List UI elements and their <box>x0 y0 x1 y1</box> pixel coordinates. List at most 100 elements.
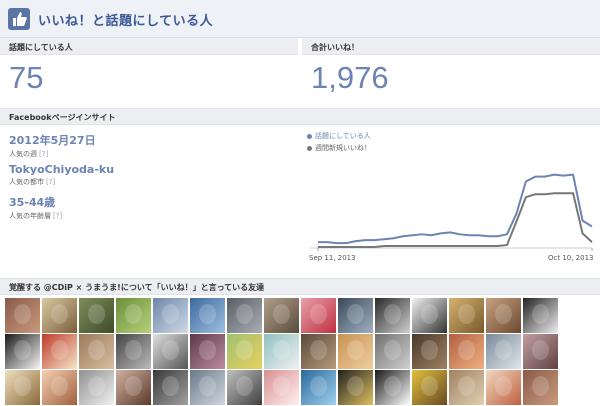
friend-avatar[interactable] <box>79 370 114 405</box>
page-title: いいね！と話題にしている人 <box>38 14 214 29</box>
friend-avatar[interactable] <box>264 298 299 333</box>
friend-avatar[interactable] <box>116 298 151 333</box>
friend-avatar[interactable] <box>301 370 336 405</box>
friend-avatar[interactable] <box>301 298 336 333</box>
friend-avatar[interactable] <box>42 370 77 405</box>
avatar-shape <box>14 304 31 324</box>
avatar-shape <box>532 376 549 396</box>
friend-avatar[interactable] <box>375 298 410 333</box>
friend-avatar[interactable] <box>79 334 114 369</box>
avatar-shape <box>273 376 290 396</box>
friend-avatar[interactable] <box>227 370 262 405</box>
friend-avatar[interactable] <box>190 298 225 333</box>
friend-avatar[interactable] <box>153 370 188 405</box>
x-tick-label: Oct 10, 2013 <box>548 254 594 262</box>
friend-avatar[interactable] <box>5 334 40 369</box>
avatar-shape <box>384 340 401 360</box>
friend-avatar[interactable] <box>486 334 521 369</box>
friend-avatar[interactable] <box>301 334 336 369</box>
avatar-shape <box>199 304 216 324</box>
series-line-1 <box>318 192 593 249</box>
friend-avatar[interactable] <box>523 298 558 333</box>
x-tick-label: Sep 11, 2013 <box>309 254 356 262</box>
friend-avatar[interactable] <box>412 298 447 333</box>
series-line-0 <box>318 173 593 245</box>
help-link[interactable]: [?] <box>39 150 48 158</box>
friend-avatar[interactable] <box>42 298 77 333</box>
friend-avatar[interactable] <box>153 298 188 333</box>
talking-about-label: 話題にしている人 <box>0 38 298 55</box>
avatar-shape <box>88 376 105 396</box>
friend-avatar[interactable] <box>153 334 188 369</box>
friend-avatar[interactable] <box>264 370 299 405</box>
line-chart: Sep 11, 2013 Oct 10, 2013 <box>309 173 594 262</box>
friend-avatar[interactable] <box>338 298 373 333</box>
avatar-shape <box>532 340 549 360</box>
avatar-shape <box>199 340 216 360</box>
friend-avatar[interactable] <box>338 370 373 405</box>
friend-avatar[interactable] <box>412 334 447 369</box>
avatar-shape <box>125 376 142 396</box>
friend-avatar[interactable] <box>116 370 151 405</box>
avatar-shape <box>532 304 549 324</box>
friend-avatar[interactable] <box>116 334 151 369</box>
friend-avatar[interactable] <box>523 370 558 405</box>
popular-city: TokyoChiyoda-ku 人気の都市 [?] <box>9 163 114 187</box>
avatar-shape <box>199 376 216 396</box>
avatar-shape <box>458 376 475 396</box>
avatar-shape <box>162 340 179 360</box>
total-likes-label: 合計いいね！ <box>302 38 600 55</box>
popular-week-label: 人気の週 <box>9 150 37 158</box>
help-link[interactable]: [?] <box>46 178 55 186</box>
avatar-shape <box>495 376 512 396</box>
friend-avatar[interactable] <box>486 370 521 405</box>
avatar-shape <box>347 304 364 324</box>
friend-avatar[interactable] <box>412 370 447 405</box>
popular-age: 35-44歳 人気の年齢層 [?] <box>9 194 62 221</box>
avatar-shape <box>51 376 68 396</box>
avatar-shape <box>88 340 105 360</box>
friend-avatar[interactable] <box>449 334 484 369</box>
friend-avatar[interactable] <box>449 298 484 333</box>
avatar-shape <box>236 376 253 396</box>
popular-week-value: 2012年5月27日 <box>9 134 96 147</box>
avatar-shape <box>495 304 512 324</box>
avatar-shape <box>51 304 68 324</box>
friend-avatar[interactable] <box>375 334 410 369</box>
avatar-shape <box>458 304 475 324</box>
avatar-shape <box>310 376 327 396</box>
friend-avatar[interactable] <box>227 334 262 369</box>
friend-avatar[interactable] <box>338 334 373 369</box>
avatar-shape <box>495 340 512 360</box>
friend-avatar[interactable] <box>227 298 262 333</box>
popular-city-label: 人気の都市 <box>9 178 44 186</box>
avatar-shape <box>14 376 31 396</box>
avatar-shape <box>273 304 290 324</box>
friend-avatar[interactable] <box>523 334 558 369</box>
avatar-shape <box>14 340 31 360</box>
friend-avatar[interactable] <box>5 370 40 405</box>
friend-avatar[interactable] <box>190 334 225 369</box>
friend-avatar[interactable] <box>486 298 521 333</box>
friend-avatar[interactable] <box>375 370 410 405</box>
avatar-shape <box>236 304 253 324</box>
avatar-shape <box>236 340 253 360</box>
friend-avatar[interactable] <box>264 334 299 369</box>
avatar-shape <box>273 340 290 360</box>
avatar-shape <box>421 304 438 324</box>
legend-item-talking: 話題にしている人 <box>307 131 371 141</box>
friend-avatar[interactable] <box>79 298 114 333</box>
friend-avatar[interactable] <box>42 334 77 369</box>
legend-label: 話題にしている人 <box>315 132 371 140</box>
friend-avatar[interactable] <box>449 370 484 405</box>
popular-city-value: TokyoChiyoda-ku <box>9 163 115 176</box>
avatar-shape <box>310 340 327 360</box>
avatar-shape <box>88 304 105 324</box>
help-link[interactable]: [?] <box>53 212 62 220</box>
avatar-shape <box>162 304 179 324</box>
friend-avatar[interactable] <box>5 298 40 333</box>
avatar-shape <box>347 376 364 396</box>
friend-avatar[interactable] <box>190 370 225 405</box>
avatar-shape <box>310 304 327 324</box>
avatar-shape <box>125 304 142 324</box>
